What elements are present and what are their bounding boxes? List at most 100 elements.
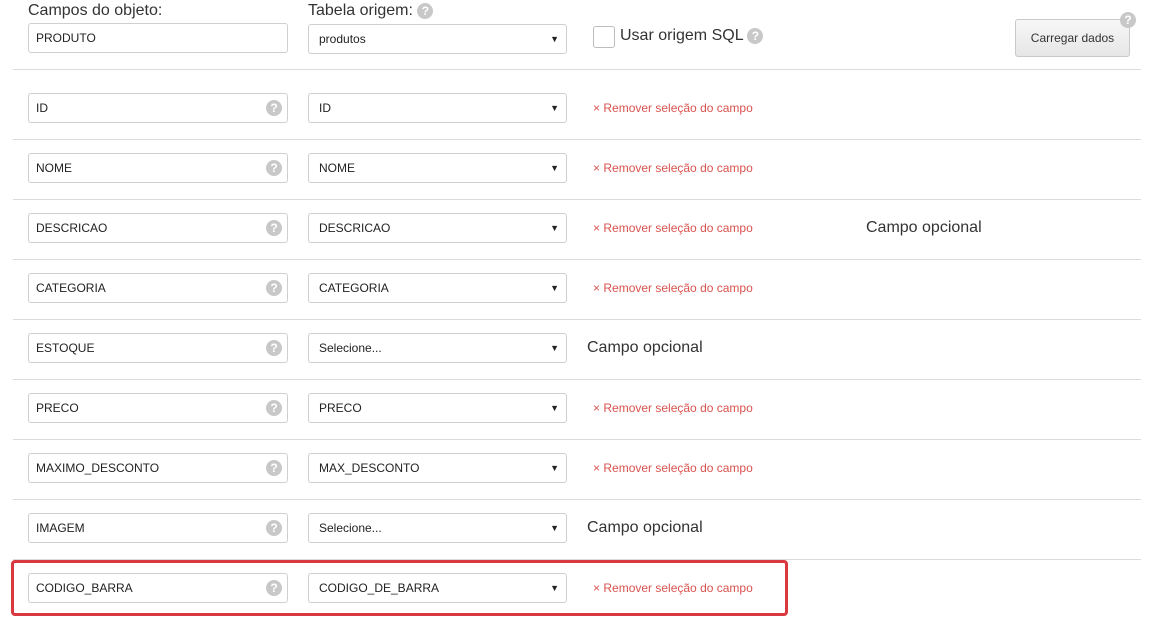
caret-down-icon: ▼ [550, 583, 559, 593]
optional-field-note: Campo opcional [587, 519, 703, 536]
use-sql-label-wrap: Usar origem SQL ? [620, 27, 764, 45]
field-value: IMAGEM [36, 521, 85, 535]
source-field-value: DESCRICAO [319, 221, 391, 235]
source-field-value: ID [319, 101, 331, 115]
field-value: ESTOQUE [36, 341, 95, 355]
field-input[interactable]: ESTOQUE ? [28, 333, 288, 363]
help-icon[interactable]: ? [266, 340, 282, 356]
close-icon: × [593, 221, 601, 235]
divider [13, 139, 1141, 140]
caret-down-icon: ▼ [550, 343, 559, 353]
source-field-select[interactable]: DESCRICAO ▼ [308, 213, 567, 243]
divider [13, 319, 1141, 320]
field-input[interactable]: IMAGEM ? [28, 513, 288, 543]
help-icon[interactable]: ? [266, 100, 282, 116]
source-field-value: NOME [319, 161, 355, 175]
remove-selection-link[interactable]: × Remover seleção do campo [593, 161, 753, 175]
close-icon: × [593, 401, 601, 415]
close-icon: × [593, 161, 601, 175]
help-icon[interactable]: ? [266, 520, 282, 536]
source-table-select[interactable]: produtos ▼ [308, 24, 567, 54]
source-field-value: CODIGO_DE_BARRA [319, 581, 440, 595]
caret-down-icon: ▼ [550, 34, 559, 44]
source-field-value: PRECO [319, 401, 362, 415]
remove-selection-label: Remover seleção do campo [603, 581, 753, 595]
close-icon: × [593, 461, 601, 475]
remove-selection-link[interactable]: × Remover seleção do campo [593, 221, 753, 235]
source-field-select[interactable]: Selecione... ▼ [308, 333, 567, 363]
source-field-value: Selecione... [319, 341, 382, 355]
help-icon[interactable]: ? [747, 27, 764, 44]
field-input[interactable]: PRECO ? [28, 393, 288, 423]
source-table-label: Tabela origem: [308, 2, 413, 19]
source-field-select[interactable]: PRECO ▼ [308, 393, 567, 423]
source-field-select[interactable]: Selecione... ▼ [308, 513, 567, 543]
divider [13, 379, 1141, 380]
close-icon: × [593, 581, 601, 595]
help-icon[interactable]: ? [266, 220, 282, 236]
field-value: ID [36, 101, 48, 115]
caret-down-icon: ▼ [550, 403, 559, 413]
field-value: CODIGO_BARRA [36, 581, 133, 595]
field-input[interactable]: NOME ? [28, 153, 288, 183]
source-field-value: Selecione... [319, 521, 382, 535]
remove-selection-label: Remover seleção do campo [603, 281, 753, 295]
remove-selection-link[interactable]: × Remover seleção do campo [593, 401, 753, 415]
remove-selection-link[interactable]: × Remover seleção do campo [593, 461, 753, 475]
field-value: DESCRICAO [36, 221, 108, 235]
source-field-value: CATEGORIA [319, 281, 389, 295]
remove-selection-label: Remover seleção do campo [603, 101, 753, 115]
use-sql-checkbox[interactable] [593, 26, 615, 48]
help-icon[interactable]: ? [266, 280, 282, 296]
remove-selection-label: Remover seleção do campo [603, 401, 753, 415]
caret-down-icon: ▼ [550, 283, 559, 293]
close-icon: × [593, 281, 601, 295]
source-table-label-wrap: Tabela origem: ? [308, 2, 434, 20]
source-field-select[interactable]: CODIGO_DE_BARRA ▼ [308, 573, 567, 603]
caret-down-icon: ▼ [550, 223, 559, 233]
field-value: PRECO [36, 401, 79, 415]
field-input[interactable]: MAXIMO_DESCONTO ? [28, 453, 288, 483]
divider [13, 559, 1141, 560]
field-value: CATEGORIA [36, 281, 106, 295]
source-table-value: produtos [319, 32, 366, 46]
field-value: MAXIMO_DESCONTO [36, 461, 160, 475]
remove-selection-label: Remover seleção do campo [603, 161, 753, 175]
source-field-value: MAX_DESCONTO [319, 461, 420, 475]
help-icon[interactable]: ? [266, 460, 282, 476]
object-name-input[interactable]: PRODUTO [28, 23, 288, 53]
help-icon[interactable]: ? [1120, 12, 1136, 28]
divider [13, 439, 1141, 440]
caret-down-icon: ▼ [550, 163, 559, 173]
remove-selection-link[interactable]: × Remover seleção do campo [593, 101, 753, 115]
object-name-value: PRODUTO [36, 31, 96, 45]
help-icon[interactable]: ? [266, 160, 282, 176]
field-input[interactable]: ID ? [28, 93, 288, 123]
load-data-button[interactable]: Carregar dados [1015, 19, 1130, 57]
help-icon[interactable]: ? [417, 2, 434, 19]
divider [13, 499, 1141, 500]
caret-down-icon: ▼ [550, 523, 559, 533]
optional-field-note: Campo opcional [866, 219, 982, 236]
remove-selection-label: Remover seleção do campo [603, 221, 753, 235]
use-sql-label: Usar origem SQL [620, 27, 743, 44]
divider [13, 259, 1141, 260]
field-input[interactable]: CATEGORIA ? [28, 273, 288, 303]
remove-selection-label: Remover seleção do campo [603, 461, 753, 475]
caret-down-icon: ▼ [550, 463, 559, 473]
source-field-select[interactable]: ID ▼ [308, 93, 567, 123]
optional-field-note: Campo opcional [587, 339, 703, 356]
divider [13, 199, 1141, 200]
field-value: NOME [36, 161, 72, 175]
field-input[interactable]: DESCRICAO ? [28, 213, 288, 243]
object-fields-label: Campos do objeto: [28, 2, 163, 19]
remove-selection-link[interactable]: × Remover seleção do campo [593, 581, 753, 595]
source-field-select[interactable]: NOME ▼ [308, 153, 567, 183]
divider [13, 69, 1141, 70]
field-input[interactable]: CODIGO_BARRA ? [28, 573, 288, 603]
source-field-select[interactable]: CATEGORIA ▼ [308, 273, 567, 303]
help-icon[interactable]: ? [266, 400, 282, 416]
help-icon[interactable]: ? [266, 580, 282, 596]
remove-selection-link[interactable]: × Remover seleção do campo [593, 281, 753, 295]
source-field-select[interactable]: MAX_DESCONTO ▼ [308, 453, 567, 483]
